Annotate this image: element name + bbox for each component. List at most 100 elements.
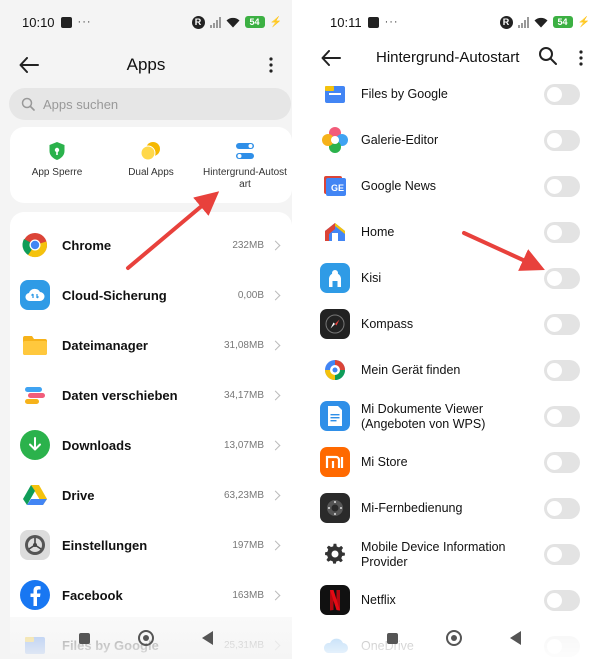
list-item[interactable]: Einstellungen 197MB xyxy=(10,520,292,570)
chevron-right-icon xyxy=(270,440,281,450)
kisi-icon xyxy=(320,263,350,293)
list-item[interactable]: Chrome 232MB xyxy=(10,220,292,270)
search-button[interactable] xyxy=(538,46,560,68)
app-size: 163MB xyxy=(232,589,264,601)
charging-icon: ⚡ xyxy=(577,16,590,28)
more-options-button[interactable] xyxy=(264,52,278,78)
autostart-toggle[interactable] xyxy=(544,406,580,427)
list-item[interactable]: Files by Google xyxy=(308,71,600,117)
shortcut-label: Hintergrund-Autost art xyxy=(203,167,287,190)
autostart-toggle[interactable] xyxy=(544,314,580,335)
kebab-menu-icon xyxy=(579,50,583,66)
toggles-icon xyxy=(236,143,254,159)
notification-icon xyxy=(60,16,72,28)
app-name: Netflix xyxy=(361,593,396,607)
autostart-toggle[interactable] xyxy=(544,84,580,105)
list-item[interactable]: Dateimanager 31,08MB xyxy=(10,320,292,370)
signal-icon xyxy=(209,16,221,28)
shield-icon xyxy=(49,142,65,160)
app-size: 232MB xyxy=(232,239,264,251)
recent-apps-button[interactable] xyxy=(79,632,90,644)
autostart-toggle[interactable] xyxy=(544,544,580,565)
recent-apps-button[interactable] xyxy=(387,632,398,644)
status-time: 10:11 xyxy=(330,14,362,30)
search-bar[interactable] xyxy=(9,88,291,120)
app-name: Galerie-Editor xyxy=(361,133,439,147)
shortcut-card: App Sperre Dual Apps Hintergrund-Autost … xyxy=(10,127,292,203)
back-button[interactable] xyxy=(16,52,42,78)
chevron-right-icon xyxy=(270,540,281,550)
chrome-icon xyxy=(20,230,50,260)
registered-icon: R xyxy=(191,15,205,29)
files-icon xyxy=(320,79,350,109)
autostart-toggle[interactable] xyxy=(544,222,580,243)
list-item[interactable]: Home xyxy=(308,209,600,255)
app-list: Chrome 232MB Cloud-Sicherung 0,00B Datei… xyxy=(10,212,292,659)
app-name: Drive xyxy=(62,487,95,503)
cloud-backup-icon xyxy=(20,280,50,310)
autostart-toggle[interactable] xyxy=(544,452,580,473)
nav-back-button[interactable] xyxy=(202,631,213,645)
list-item[interactable]: GE Google News xyxy=(308,163,600,209)
app-name: Files by Google xyxy=(361,87,448,101)
list-item[interactable]: Kisi xyxy=(308,255,600,301)
app-name: Mi-Fernbedienung xyxy=(361,501,463,515)
list-item[interactable]: Cloud-Sicherung 0,00B xyxy=(10,270,292,320)
apps-screen: 10:10 ··· R 54 ⚡ Apps App Sperre xyxy=(0,0,292,659)
back-button[interactable] xyxy=(318,45,344,71)
facebook-icon xyxy=(20,580,50,610)
home-button[interactable] xyxy=(138,630,154,646)
app-name: Kisi xyxy=(361,271,382,285)
svg-text:GE: GE xyxy=(331,183,344,193)
autostart-toggle[interactable] xyxy=(544,498,580,519)
list-item[interactable]: Kompass xyxy=(308,301,600,347)
navigation-bar xyxy=(0,617,292,659)
shortcut-label: App Sperre xyxy=(31,167,83,178)
shortcut-app-lock[interactable]: App Sperre xyxy=(10,127,104,203)
autostart-toggle[interactable] xyxy=(544,590,580,611)
autostart-toggle[interactable] xyxy=(544,360,580,381)
list-item[interactable]: Mobile Device Information Provider xyxy=(308,531,600,577)
home-button[interactable] xyxy=(446,630,462,646)
more-options-button[interactable] xyxy=(574,45,588,71)
google-news-icon: GE xyxy=(320,171,350,201)
status-time: 10:10 xyxy=(22,14,55,30)
netflix-icon xyxy=(320,585,350,615)
list-item[interactable]: Mi Dokumente Viewer (Angeboten von WPS) xyxy=(308,393,600,439)
list-item[interactable]: Mein Gerät finden xyxy=(308,347,600,393)
list-item[interactable]: Downloads 13,07MB xyxy=(10,420,292,470)
wifi-icon xyxy=(226,17,240,27)
gear-icon xyxy=(320,539,350,569)
list-item[interactable]: Facebook 163MB xyxy=(10,570,292,620)
nav-back-button[interactable] xyxy=(510,631,521,645)
more-notifications-icon: ··· xyxy=(384,16,399,28)
list-item[interactable]: Daten verschieben 34,17MB xyxy=(10,370,292,420)
settings-icon xyxy=(20,530,50,560)
list-item[interactable]: Galerie-Editor xyxy=(308,117,600,163)
app-name: Kompass xyxy=(361,317,414,331)
autostart-toggle[interactable] xyxy=(544,176,580,197)
chevron-right-icon xyxy=(270,490,281,500)
search-input[interactable] xyxy=(43,96,263,112)
document-icon xyxy=(320,401,350,431)
list-item[interactable]: Drive 63,23MB xyxy=(10,470,292,520)
list-item[interactable]: Mi-Fernbedienung xyxy=(308,485,600,531)
shortcut-dual-apps[interactable]: Dual Apps xyxy=(104,127,198,203)
list-item[interactable]: Mi Store xyxy=(308,439,600,485)
app-name: Downloads xyxy=(62,437,132,453)
chevron-right-icon xyxy=(270,590,281,600)
app-name: Home xyxy=(361,225,395,239)
navigation-bar xyxy=(308,617,600,659)
app-name: Mi Dokumente Viewer (Angeboten von WPS) xyxy=(361,402,486,431)
app-name: Facebook xyxy=(62,587,123,603)
back-arrow-icon xyxy=(19,57,39,73)
app-name: Mein Gerät finden xyxy=(361,363,461,377)
shortcut-autostart[interactable]: Hintergrund-Autost art xyxy=(198,127,292,203)
find-device-icon xyxy=(320,355,350,385)
app-header: Apps xyxy=(0,44,292,86)
page-title: Apps xyxy=(126,55,166,74)
signal-icon xyxy=(517,16,529,28)
autostart-toggle[interactable] xyxy=(544,130,580,151)
autostart-toggle[interactable] xyxy=(544,268,580,289)
compass-icon xyxy=(320,309,350,339)
